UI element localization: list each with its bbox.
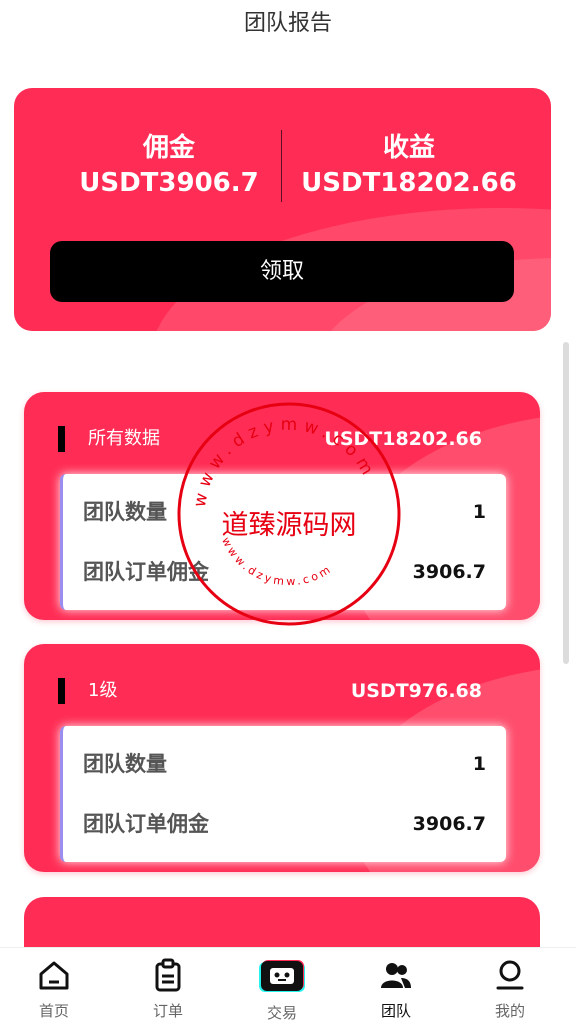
team-icon <box>381 963 411 988</box>
earnings-label: 收益 <box>382 133 435 163</box>
stat-divider <box>281 130 282 202</box>
team-commission-label: 团队订单佣金 <box>83 560 209 584</box>
robot-icon <box>259 960 305 992</box>
commission-stat: 佣金 USDT3906.7 <box>54 130 284 200</box>
tab-mine[interactable]: 我的 <box>470 958 550 1021</box>
card-header: 所有数据 USDT18202.66 <box>24 422 540 458</box>
clipboard-icon <box>155 958 181 992</box>
team-commission-row: 团队订单佣金 3906.7 <box>83 804 486 844</box>
team-count-row: 团队数量 1 <box>83 492 486 532</box>
commission-label: 佣金 <box>142 133 195 163</box>
team-commission-value: 3906.7 <box>412 561 486 583</box>
tab-orders[interactable]: 订单 <box>128 958 208 1021</box>
tab-orders-label: 订单 <box>152 1002 183 1020</box>
card-amount: USDT18202.66 <box>324 428 482 450</box>
tab-home-label: 首页 <box>38 1002 69 1020</box>
earnings-value: USDT18202.66 <box>301 168 517 198</box>
level-1-card: 1级 USDT976.68 团队数量 1 团队订单佣金 3906.7 <box>24 644 540 872</box>
card-title-bar <box>58 426 65 452</box>
card-body: 团队数量 1 团队订单佣金 3906.7 <box>60 474 506 610</box>
team-count-label: 团队数量 <box>83 500 167 524</box>
team-count-row: 团队数量 1 <box>83 744 486 784</box>
earnings-stat: 收益 USDT18202.66 <box>294 130 524 200</box>
card-title-bar <box>58 678 65 704</box>
card-title: 1级 <box>88 680 118 701</box>
claim-button[interactable]: 领取 <box>50 241 514 302</box>
team-commission-label: 团队订单佣金 <box>83 812 209 836</box>
scrollbar[interactable] <box>563 342 569 664</box>
team-count-label: 团队数量 <box>83 752 167 776</box>
tab-trade[interactable]: 交易 <box>242 958 322 1023</box>
team-commission-row: 团队订单佣金 3906.7 <box>83 552 486 592</box>
profile-icon <box>496 960 524 990</box>
card-body: 团队数量 1 团队订单佣金 3906.7 <box>60 726 506 862</box>
card-amount: USDT976.68 <box>350 680 482 702</box>
card-header: 1级 USDT976.68 <box>24 674 540 710</box>
team-count-value: 1 <box>472 501 486 523</box>
tab-trade-label: 交易 <box>266 1004 297 1022</box>
team-count-value: 1 <box>472 753 486 775</box>
card-title: 所有数据 <box>88 428 160 449</box>
bottom-tabbar: 首页 订单 交易 团队 我的 <box>0 947 576 1024</box>
tab-mine-label: 我的 <box>494 1002 525 1020</box>
page-title: 团队报告 <box>243 11 332 36</box>
home-icon <box>39 961 69 990</box>
tab-home[interactable]: 首页 <box>14 958 94 1021</box>
summary-card: 佣金 USDT3906.7 收益 USDT18202.66 领取 <box>14 88 551 331</box>
tab-team[interactable]: 团队 <box>356 958 436 1021</box>
tab-team-label: 团队 <box>380 1002 411 1020</box>
all-data-card: 所有数据 USDT18202.66 团队数量 1 团队订单佣金 3906.7 <box>24 392 540 620</box>
commission-value: USDT3906.7 <box>79 168 259 198</box>
team-commission-value: 3906.7 <box>412 813 486 835</box>
